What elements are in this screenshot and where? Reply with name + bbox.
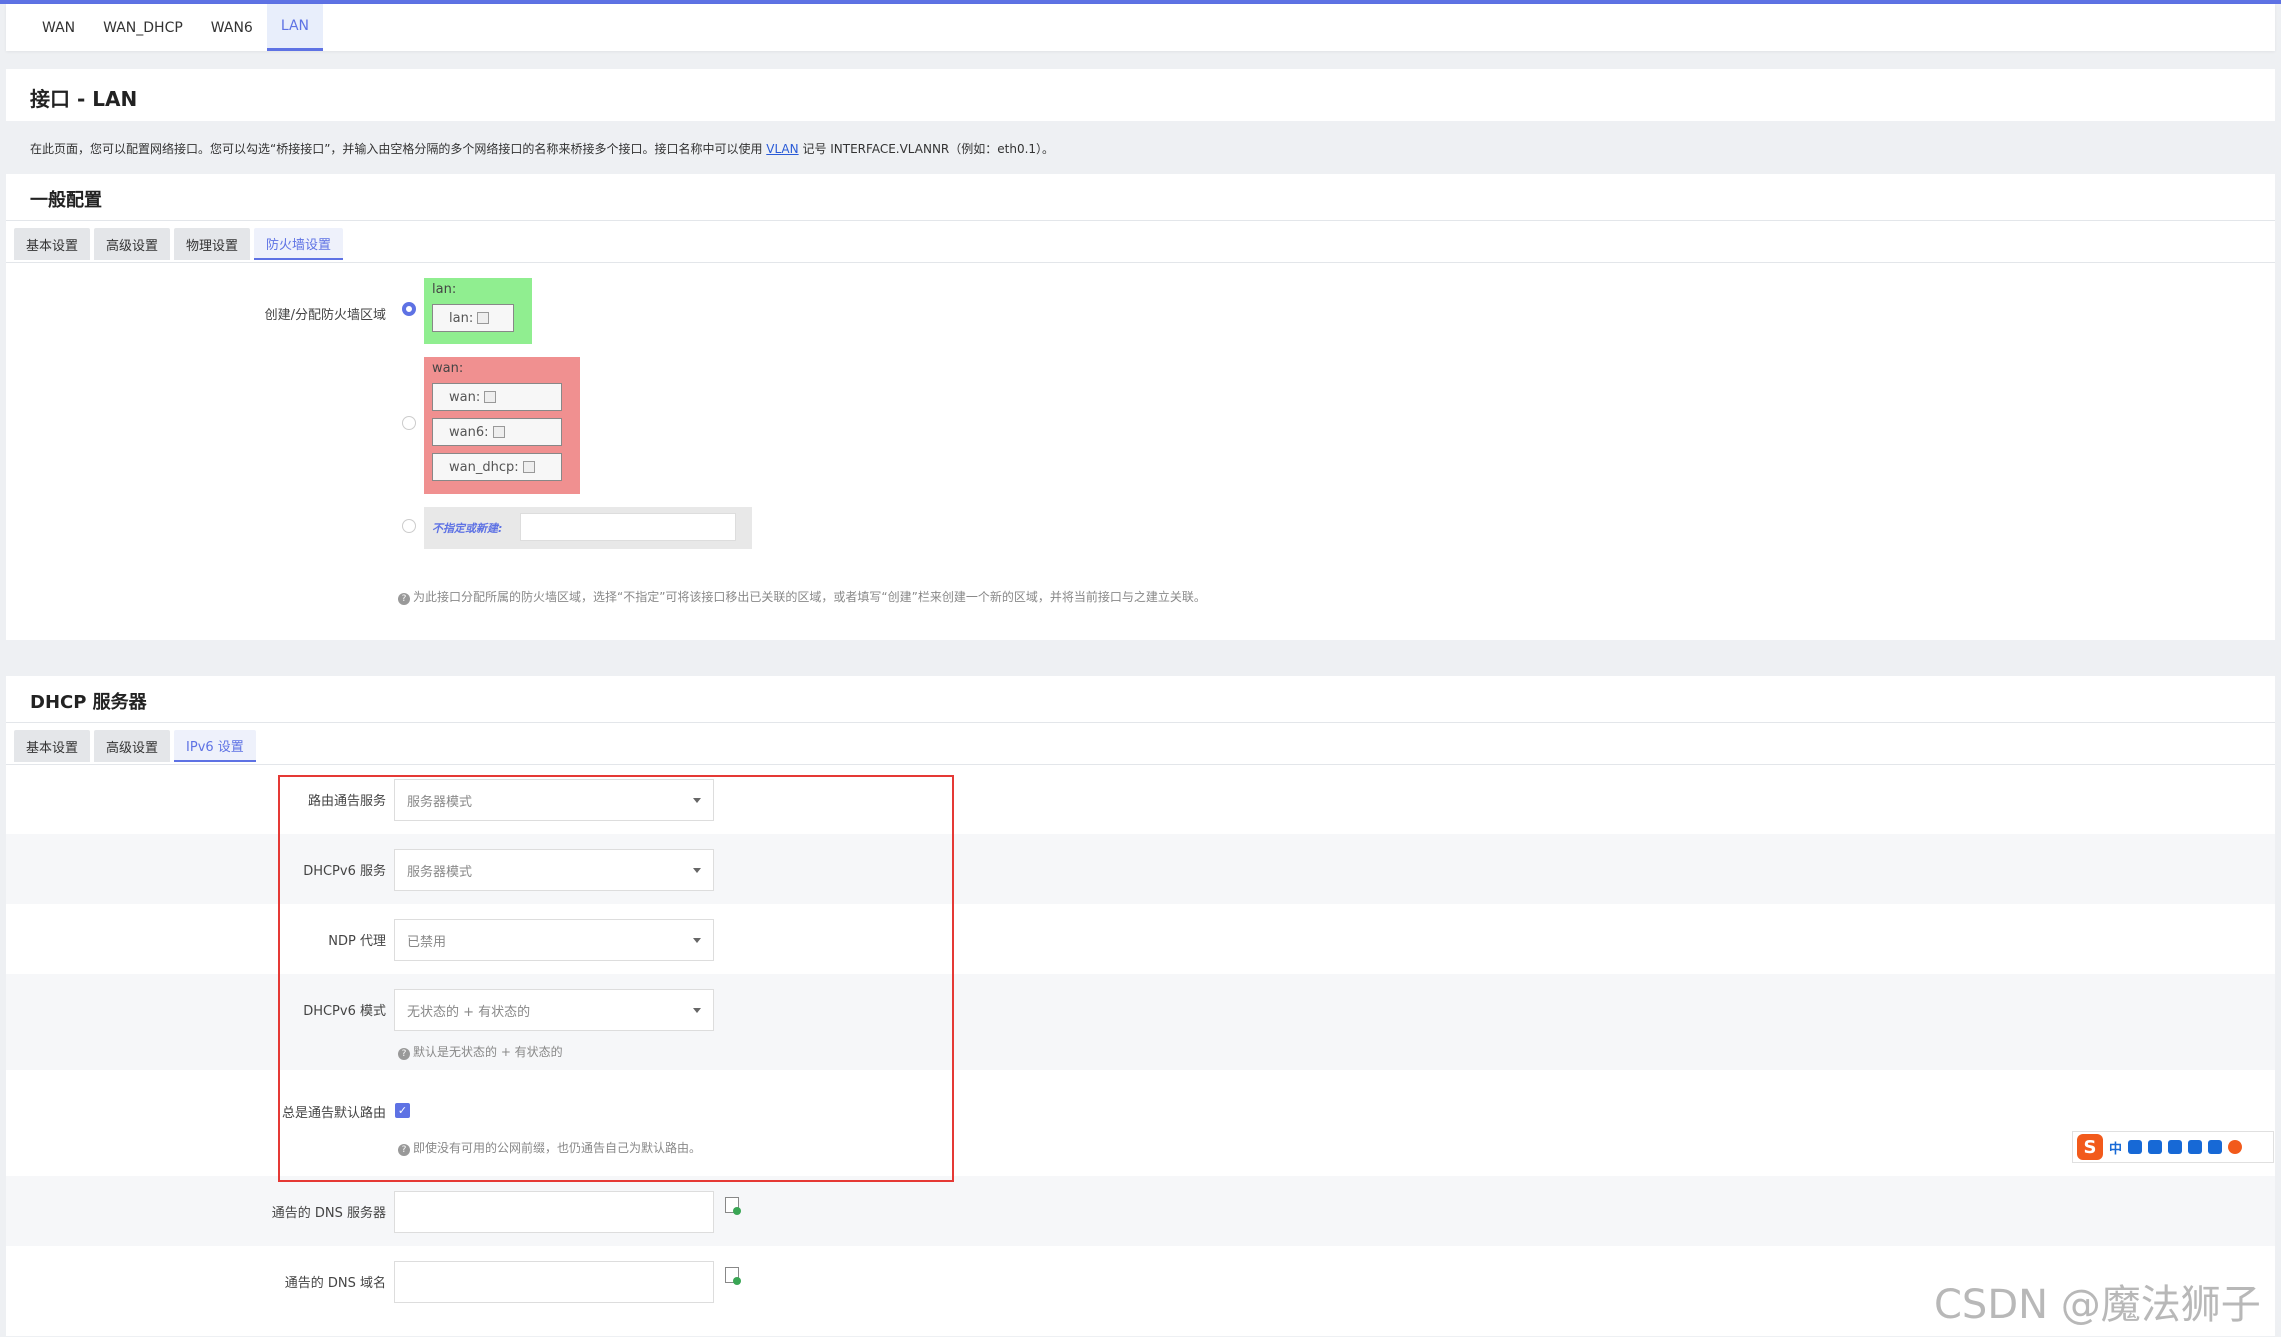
add-entry-icon[interactable]: [725, 1267, 741, 1285]
add-entry-icon[interactable]: [725, 1197, 741, 1215]
zone-lan-radio[interactable]: [402, 302, 416, 316]
zone-wan-radio[interactable]: [402, 416, 416, 430]
new-zone-row: 不指定或新建:: [424, 507, 752, 549]
divider: [6, 764, 2275, 765]
tab-wan6[interactable]: WAN6: [197, 4, 267, 51]
page-title: 接口 - LAN: [30, 87, 138, 111]
tab-wan[interactable]: WAN: [28, 4, 89, 51]
divider: [6, 262, 2275, 263]
watermark: CSDN @魔法狮子: [1934, 1282, 2261, 1328]
zone-wan-iface-wan: wan:: [432, 383, 562, 411]
zone-lan-name: lan:: [432, 282, 457, 297]
general-config-title: 一般配置: [30, 190, 102, 211]
firewall-zone-label: 创建/分配防火墙区域: [264, 308, 386, 323]
ethernet-icon: [484, 391, 497, 403]
ethernet-icon: [522, 461, 535, 473]
keyboard-icon[interactable]: [2168, 1140, 2183, 1154]
ime-lang[interactable]: 中: [2109, 1138, 2122, 1157]
page-description: 在此页面，您可以配置网络接口。您可以勾选“桥接接口”，并输入由空格分隔的多个网络…: [30, 142, 1055, 156]
help-icon: ?: [398, 593, 410, 605]
tab-basic-settings[interactable]: 基本设置: [14, 228, 91, 260]
settings-icon[interactable]: [2228, 1140, 2243, 1154]
dns-domain-label: 通告的 DNS 域名: [284, 1276, 386, 1291]
interface-tabs: WAN WAN_DHCP WAN6 LAN: [6, 4, 2275, 51]
microphone-icon[interactable]: [2148, 1140, 2163, 1154]
zone-wan-iface-wan-dhcp: wan_dhcp:: [432, 453, 562, 481]
dhcp-title: DHCP 服务器: [30, 692, 147, 713]
tab-dhcp-basic[interactable]: 基本设置: [14, 730, 91, 762]
dns-server-label: 通告的 DNS 服务器: [271, 1206, 386, 1221]
zone-lan-iface-lan: lan:: [432, 304, 514, 332]
divider: [6, 722, 2275, 723]
tab-dhcp-ipv6[interactable]: IPv6 设置: [174, 730, 256, 762]
dns-server-input[interactable]: [394, 1191, 714, 1233]
zone-new-radio[interactable]: [402, 519, 416, 533]
general-config-section: 一般配置 基本设置 高级设置 物理设置 防火墙设置 创建/分配防火墙区域 lan…: [6, 174, 2275, 640]
firewall-help: ? 为此接口分配所属的防火墙区域，选择“不指定”可将该接口移出已关联的区域，或者填…: [398, 588, 1206, 605]
dns-domain-input[interactable]: [394, 1261, 714, 1303]
tab-physical-settings[interactable]: 物理设置: [174, 228, 251, 260]
ime-toolbar[interactable]: S 中: [2072, 1131, 2274, 1163]
punctuation-icon[interactable]: [2128, 1140, 2143, 1154]
tab-advanced-settings[interactable]: 高级设置: [94, 228, 171, 260]
title-card: 接口 - LAN: [6, 69, 2275, 121]
zone-wan: wan: wan: wan6: wan_dhcp:: [424, 357, 580, 494]
general-subtabs: 基本设置 高级设置 物理设置 防火墙设置: [14, 228, 344, 260]
highlight-box: [278, 775, 954, 1182]
vlan-link[interactable]: VLAN: [766, 142, 798, 156]
skin-icon[interactable]: [2188, 1140, 2203, 1154]
divider: [6, 220, 2275, 221]
dhcp-subtabs: 基本设置 高级设置 IPv6 设置: [14, 730, 256, 762]
zone-wan-name: wan:: [432, 361, 464, 376]
tab-dhcp-advanced[interactable]: 高级设置: [94, 730, 171, 762]
sogou-logo-icon: S: [2077, 1134, 2103, 1160]
tab-firewall-settings[interactable]: 防火墙设置: [254, 228, 344, 260]
zone-lan: lan: lan:: [424, 278, 532, 344]
tab-wan-dhcp[interactable]: WAN_DHCP: [89, 4, 197, 51]
new-zone-label: 不指定或新建:: [432, 522, 503, 535]
apps-icon[interactable]: [2208, 1140, 2223, 1154]
new-zone-input[interactable]: [520, 513, 736, 541]
ethernet-icon: [477, 312, 490, 324]
zone-wan-iface-wan6: wan6:: [432, 418, 562, 446]
ethernet-icon: [492, 426, 505, 438]
tab-lan[interactable]: LAN: [266, 4, 324, 51]
